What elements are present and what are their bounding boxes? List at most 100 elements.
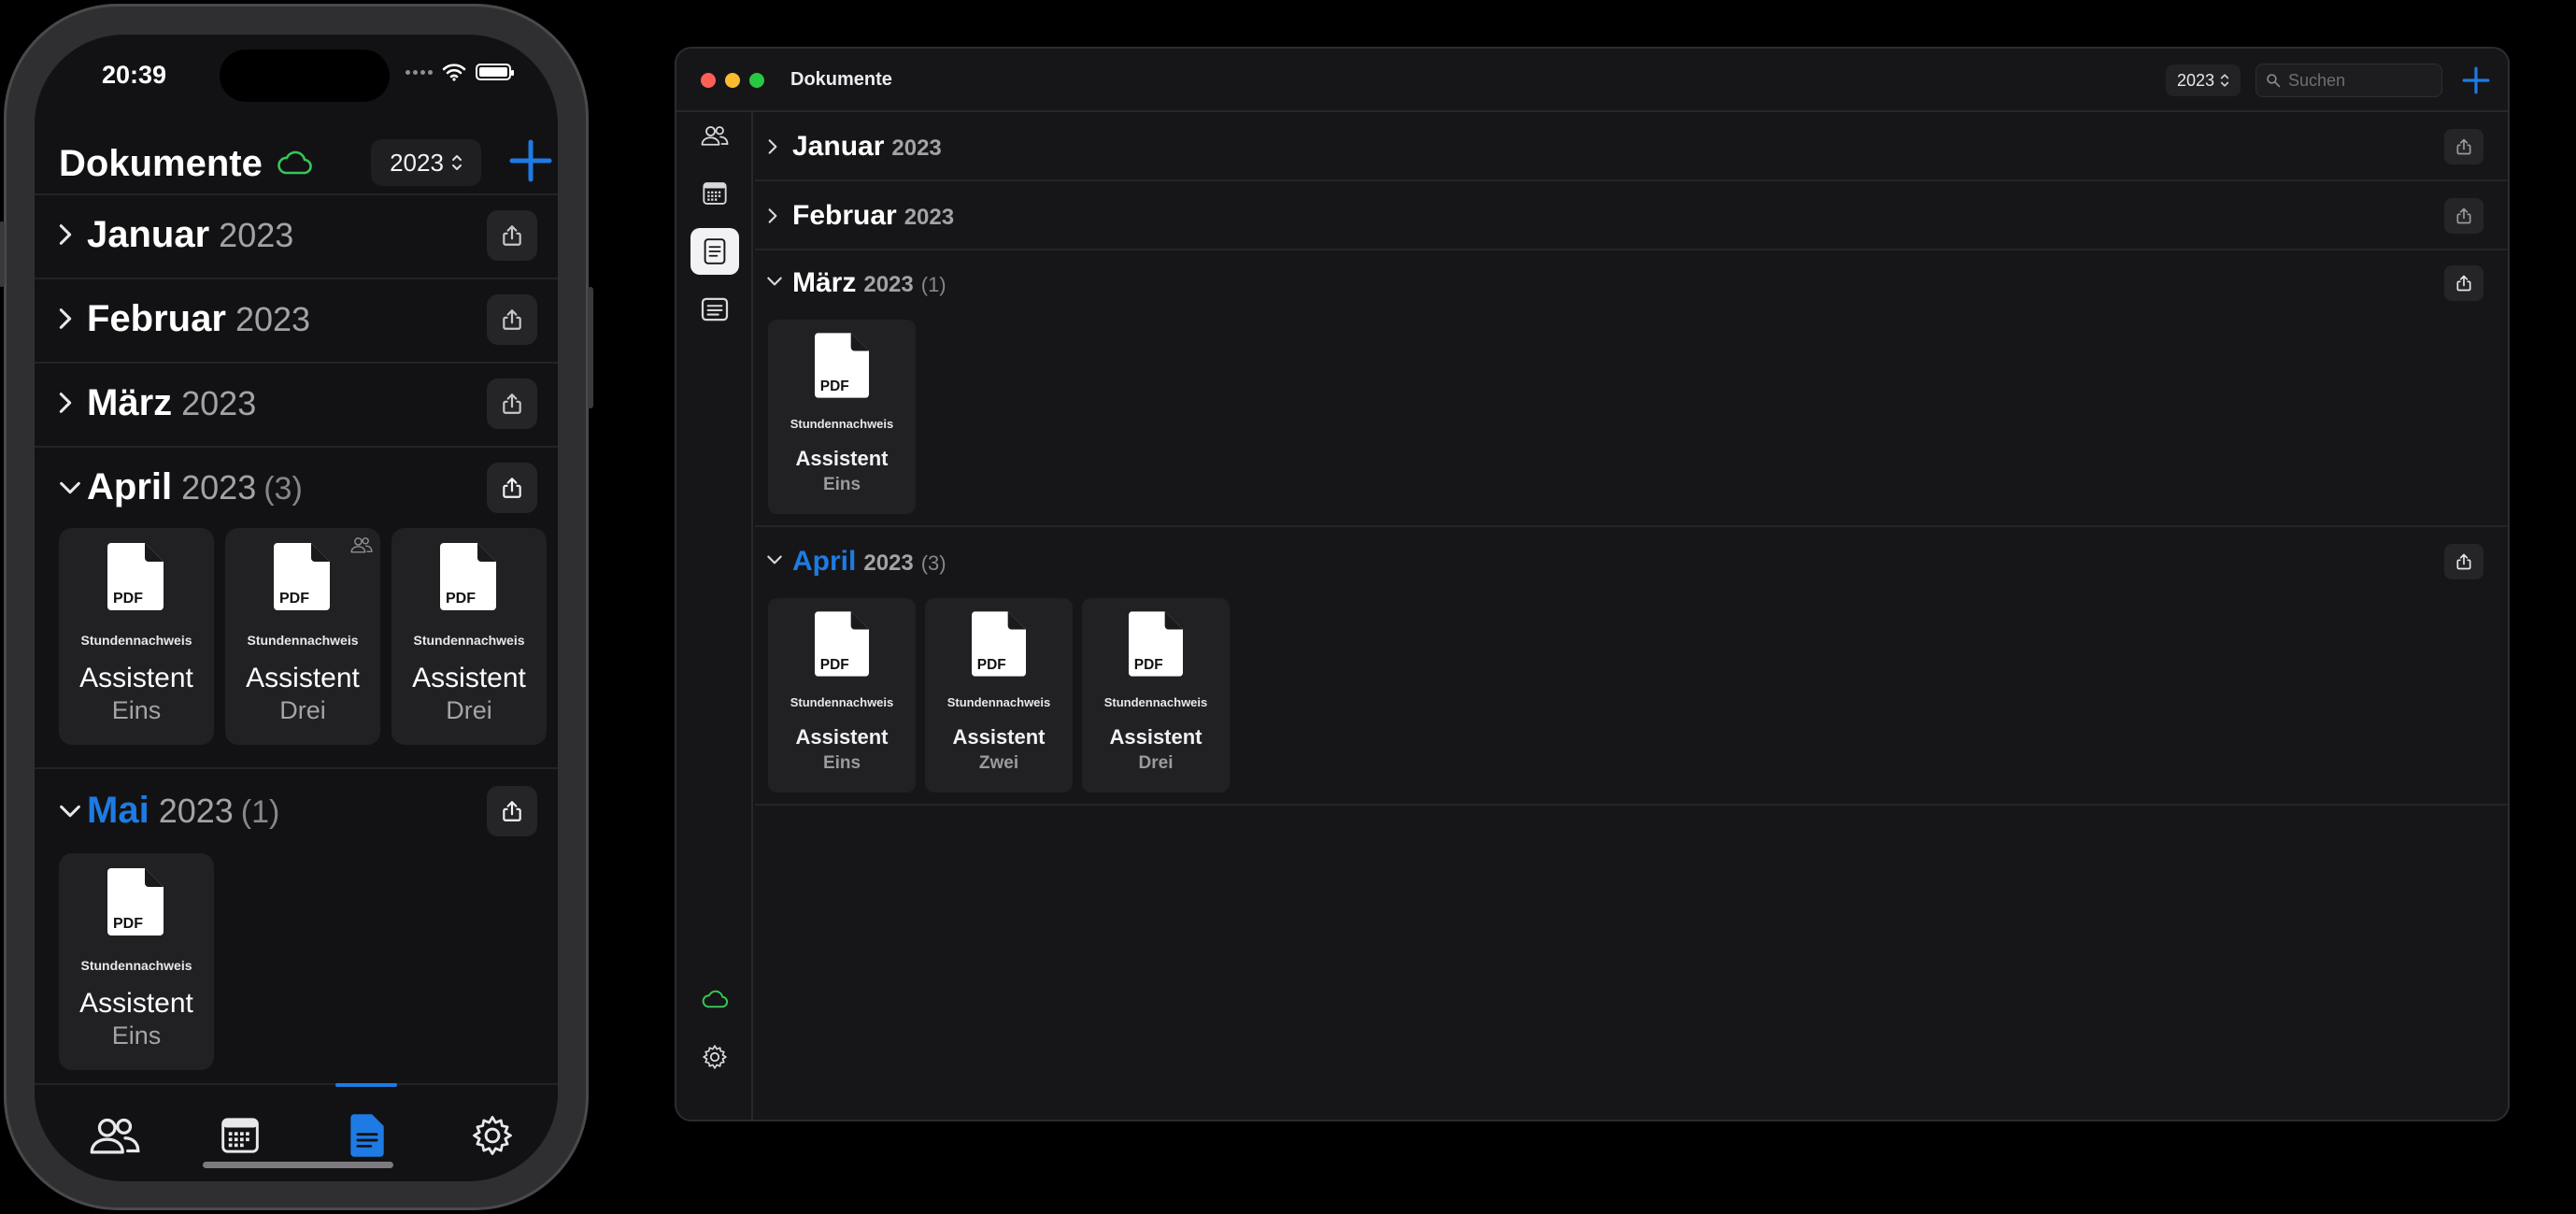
minimize-button[interactable]	[725, 73, 740, 88]
svg-text:PDF: PDF	[820, 378, 849, 394]
share-button[interactable]	[2444, 265, 2483, 301]
svg-text:PDF: PDF	[446, 591, 476, 607]
share-button[interactable]	[487, 463, 537, 513]
pdf-icon: PDF	[815, 611, 869, 681]
tab-people[interactable]	[81, 1107, 149, 1164]
pdf-icon: PDF	[972, 611, 1026, 681]
sidebar-item-documents[interactable]	[690, 228, 739, 275]
pdf-icon: PDF	[274, 543, 330, 615]
month-count: (1)	[240, 794, 280, 830]
month-title: Mai 2023 (1)	[87, 790, 279, 832]
document-type: Stundennachweis	[790, 417, 894, 431]
document-type: Stundennachweis	[413, 633, 525, 648]
window-titlebar: Dokumente 2023	[676, 49, 2508, 112]
document-line1: Assistent	[79, 988, 193, 1019]
gear-icon	[471, 1114, 514, 1157]
svg-text:PDF: PDF	[113, 591, 143, 607]
document-line1: Assistent	[795, 447, 889, 470]
svg-text:PDF: PDF	[820, 657, 849, 673]
document-card[interactable]: PDF Stundennachweis Assistent Drei	[391, 528, 547, 745]
month-name: April	[87, 466, 173, 507]
share-button[interactable]	[487, 378, 537, 429]
search-input[interactable]	[2288, 70, 2428, 91]
month-name: Januar	[87, 214, 210, 255]
share-button[interactable]	[2444, 544, 2483, 579]
svg-text:PDF: PDF	[977, 657, 1006, 673]
document-card[interactable]: PDF Stundennachweis Assistent Drei	[1082, 598, 1230, 793]
dynamic-island	[220, 50, 390, 102]
share-button[interactable]	[487, 294, 537, 345]
document-card[interactable]: PDF Stundennachweis Assistent Eins	[768, 320, 916, 514]
month-title: April 2023 (3)	[87, 466, 303, 508]
chevron-right-icon	[768, 207, 777, 224]
svg-text:PDF: PDF	[1134, 657, 1163, 673]
cloud-sync-icon[interactable]	[276, 150, 313, 175]
document-card[interactable]: PDF Stundennachweis Assistent Eins	[59, 853, 214, 1070]
sidebar-item-people[interactable]	[690, 112, 739, 159]
document-line1: Assistent	[795, 725, 889, 749]
share-button[interactable]	[2444, 129, 2483, 164]
sidebar-cloud-status[interactable]	[690, 976, 739, 1022]
document-line2: Zwei	[978, 753, 1019, 773]
month-count: (1)	[920, 273, 946, 296]
month-year: 2023	[863, 272, 914, 297]
month-name: Februar	[792, 200, 897, 231]
share-button[interactable]	[487, 786, 537, 836]
pdf-icon: PDF	[440, 543, 496, 615]
document-card[interactable]: PDF Stundennachweis Assistent Drei	[225, 528, 380, 745]
month-name: März	[87, 382, 173, 423]
sidebar-item-settings[interactable]	[690, 1034, 739, 1080]
share-icon	[500, 392, 524, 416]
month-year: 2023	[863, 550, 914, 576]
document-card[interactable]: PDF Stundennachweis Assistent Eins	[768, 598, 916, 793]
share-button[interactable]	[2444, 198, 2483, 234]
document-line2: Drei	[279, 696, 326, 724]
year-picker-value: 2023	[390, 148, 444, 177]
month-year: 2023	[891, 136, 942, 161]
pdf-icon: PDF	[107, 543, 164, 615]
month-section-februar[interactable]: Februar 2023	[35, 279, 558, 362]
month-section-maerz[interactable]: März 2023	[35, 364, 558, 446]
document-card[interactable]: PDF Stundennachweis Assistent Eins	[59, 528, 214, 745]
month-title: Februar 2023	[87, 298, 310, 340]
document-icon	[704, 237, 726, 265]
document-icon	[349, 1113, 385, 1158]
month-section-januar[interactable]: Januar 2023	[35, 195, 558, 278]
year-picker[interactable]: 2023	[2166, 64, 2241, 96]
month-section-april[interactable]: April 2023 (3)	[35, 448, 558, 530]
document-card[interactable]: PDF Stundennachweis Assistent Zwei	[925, 598, 1073, 793]
chevron-down-icon	[59, 481, 81, 494]
close-button[interactable]	[701, 73, 716, 88]
search-field[interactable]	[2256, 64, 2442, 97]
tab-settings[interactable]	[459, 1107, 526, 1164]
pdf-icon: PDF	[107, 868, 164, 940]
phone-screen: 20:39 Dokumente 2023 Januar 2023 Februar…	[35, 35, 558, 1181]
signal-icon	[406, 69, 433, 75]
month-section-februar[interactable]: Februar 2023	[755, 181, 2508, 249]
month-section-maerz[interactable]: März 2023 (1)	[755, 249, 2508, 316]
chevron-updown-icon	[2220, 72, 2229, 89]
month-section-januar[interactable]: Januar 2023	[755, 112, 2508, 179]
tab-calendar[interactable]	[206, 1107, 274, 1164]
month-section-mai[interactable]: Mai 2023 (1)	[35, 771, 558, 853]
month-year: 2023	[904, 205, 955, 230]
zoom-button[interactable]	[749, 73, 764, 88]
chevron-right-icon	[59, 307, 72, 330]
add-document-button[interactable]	[507, 137, 554, 184]
document-type: Stundennachweis	[946, 695, 1051, 709]
year-picker[interactable]: 2023	[371, 139, 481, 186]
add-document-button[interactable]	[2461, 65, 2491, 95]
sidebar-item-calendar[interactable]	[690, 170, 739, 217]
home-indicator	[203, 1162, 393, 1168]
tab-documents[interactable]	[334, 1107, 401, 1164]
search-icon	[2266, 73, 2281, 88]
share-button[interactable]	[487, 210, 537, 261]
divider	[35, 767, 558, 769]
sidebar-item-list[interactable]	[690, 286, 739, 333]
divider	[755, 804, 2508, 806]
document-line1: Assistent	[1109, 725, 1203, 749]
status-time: 20:39	[102, 61, 167, 89]
month-section-april[interactable]: April 2023 (3)	[755, 527, 2508, 594]
share-icon	[2455, 137, 2473, 156]
month-year: 2023	[181, 384, 257, 422]
